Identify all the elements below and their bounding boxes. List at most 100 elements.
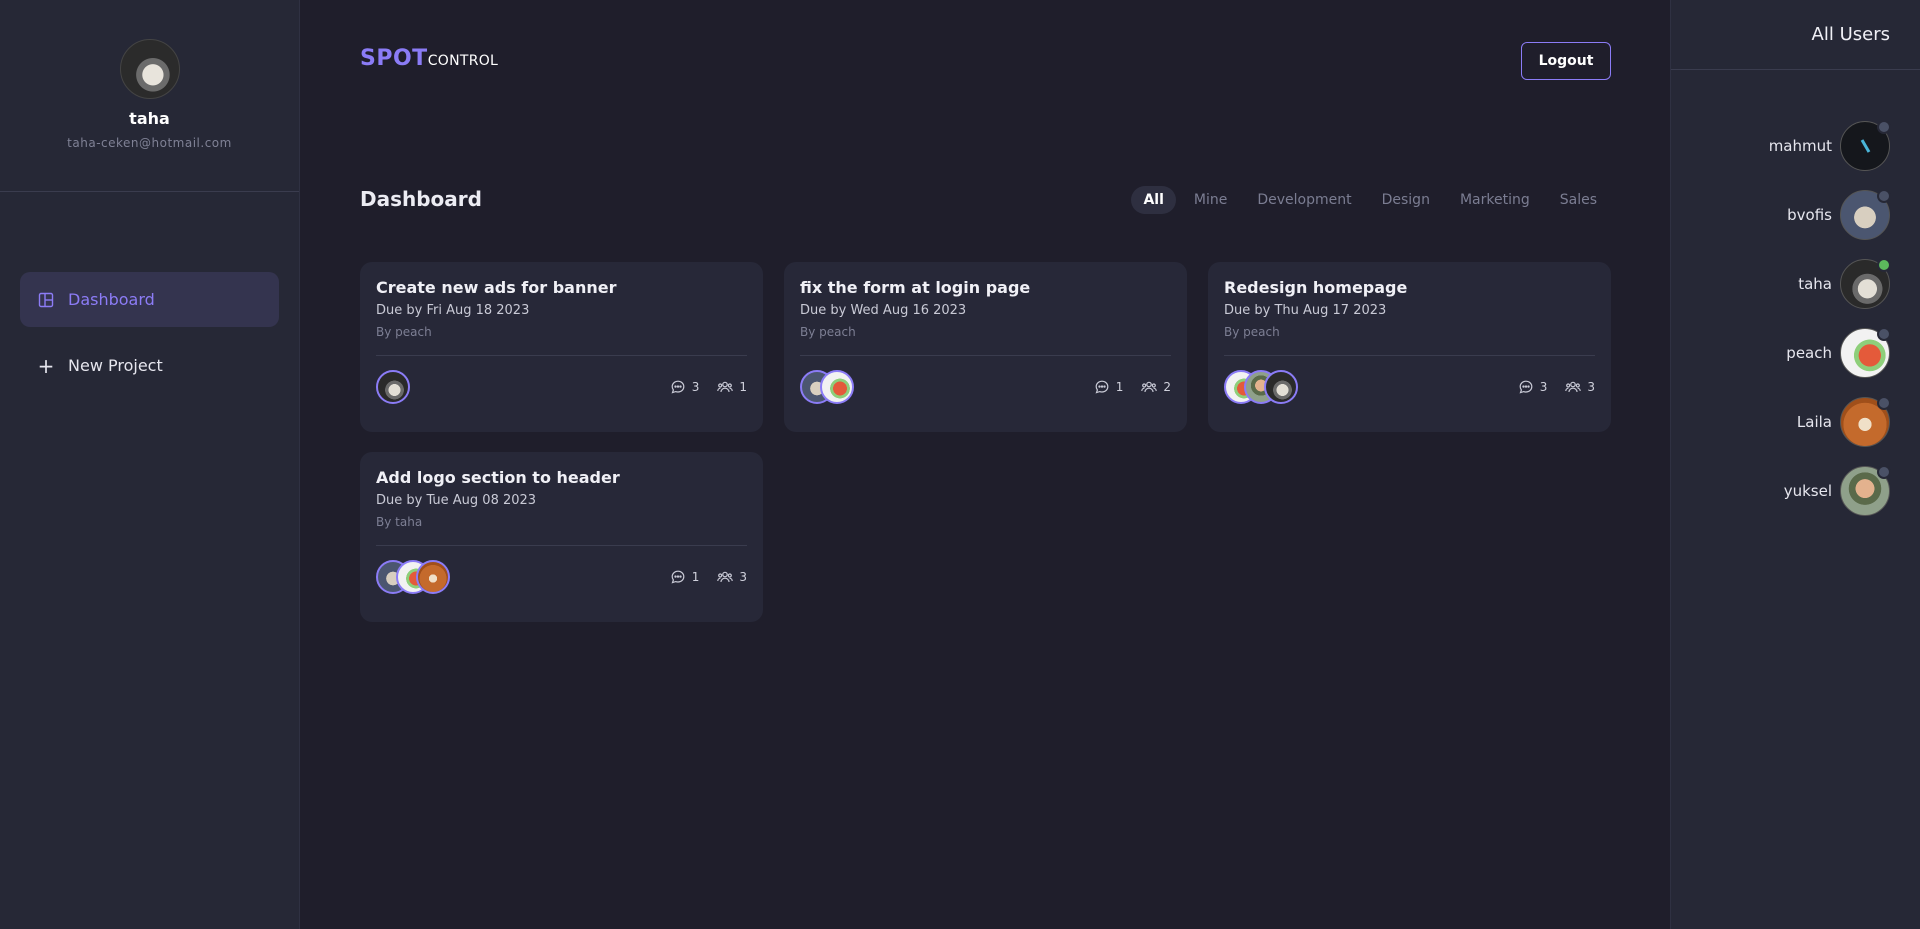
comment-icon	[1519, 380, 1533, 394]
card-footer: 3 3	[1224, 356, 1595, 418]
member-count-value: 3	[739, 570, 747, 584]
avatar	[416, 560, 450, 594]
avatar	[119, 39, 180, 99]
user-item[interactable]: bvofis	[1671, 180, 1920, 249]
project-title: Redesign homepage	[1224, 278, 1408, 297]
avatar	[1264, 370, 1298, 404]
user-name: peach	[1786, 343, 1832, 362]
page-title: Dashboard	[360, 187, 482, 211]
project-card[interactable]: Add logo section to header Due by Tue Au…	[360, 452, 763, 622]
offline-status-dot	[1877, 326, 1891, 341]
comment-count: 1	[1094, 379, 1124, 395]
card-footer: 3 1	[376, 356, 747, 418]
card-stats: 1 2	[1094, 379, 1171, 395]
card-stats: 3 3	[1518, 379, 1595, 395]
user-list: mahmut bvofis taha peach Laila yuksel	[1671, 70, 1920, 525]
project-card[interactable]: Create new ads for banner Due by Fri Aug…	[360, 262, 763, 432]
logo-secondary: CONTROL	[427, 53, 499, 69]
assigned-users	[1224, 370, 1298, 404]
user-name: bvofis	[1787, 205, 1832, 224]
member-count: 3	[1565, 379, 1595, 395]
assigned-users	[376, 560, 450, 594]
member-count-value: 2	[1163, 380, 1171, 394]
offline-status-dot	[1877, 395, 1891, 410]
app-logo: SPOTCONTROL	[360, 46, 498, 71]
project-author: By peach	[1224, 325, 1280, 339]
avatar	[376, 370, 410, 404]
user-item[interactable]: peach	[1671, 318, 1920, 387]
comment-count-value: 1	[691, 570, 700, 584]
comment-count-value: 3	[691, 380, 700, 394]
comment-count: 3	[670, 379, 700, 395]
users-icon	[717, 571, 734, 583]
sidebar-nav: Dashboard + New Project	[0, 192, 299, 393]
assigned-users	[376, 370, 410, 404]
project-title: fix the form at login page	[800, 278, 1031, 297]
member-count: 1	[717, 379, 747, 395]
users-panel-title: All Users	[1671, 0, 1920, 70]
project-card[interactable]: fix the form at login page Due by Wed Au…	[784, 262, 1187, 432]
card-stats: 1 3	[670, 569, 747, 585]
users-icon	[1565, 381, 1582, 393]
dashboard-icon	[38, 292, 54, 308]
profile-email: taha-ceken@hotmail.com	[67, 136, 232, 150]
project-card[interactable]: Redesign homepage Due by Thu Aug 17 2023…	[1208, 262, 1611, 432]
sidebar: taha taha-ceken@hotmail.com Dashboard + …	[0, 0, 300, 929]
users-panel: All Users mahmut bvofis taha peach Laila…	[1670, 0, 1920, 929]
user-item[interactable]: mahmut	[1671, 111, 1920, 180]
sidebar-item-new-project[interactable]: + New Project	[20, 338, 279, 393]
user-profile: taha taha-ceken@hotmail.com	[0, 0, 299, 192]
user-item[interactable]: taha	[1671, 249, 1920, 318]
comment-count: 3	[1518, 379, 1548, 395]
comment-count-value: 1	[1115, 380, 1124, 394]
offline-status-dot	[1877, 119, 1891, 134]
profile-name: taha	[129, 109, 170, 128]
card-footer: 1 3	[376, 546, 747, 608]
user-name: taha	[1798, 274, 1832, 293]
member-count-value: 1	[739, 380, 747, 394]
filter-marketing[interactable]: Marketing	[1448, 186, 1542, 214]
filter-all[interactable]: All	[1131, 186, 1176, 214]
offline-status-dot	[1877, 188, 1891, 203]
online-status-dot	[1877, 257, 1891, 272]
member-count-value: 3	[1587, 380, 1595, 394]
project-due-date: Due by Thu Aug 17 2023	[1224, 303, 1387, 318]
project-title: Add logo section to header	[376, 468, 620, 487]
sidebar-item-label: Dashboard	[68, 290, 155, 309]
card-stats: 3 1	[670, 379, 747, 395]
project-due-date: Due by Fri Aug 18 2023	[376, 303, 530, 318]
filter-mine[interactable]: Mine	[1182, 186, 1239, 214]
filter-design[interactable]: Design	[1370, 186, 1442, 214]
sidebar-item-dashboard[interactable]: Dashboard	[20, 272, 279, 327]
user-name: yuksel	[1783, 481, 1832, 500]
sidebar-item-label: New Project	[68, 356, 163, 375]
assigned-users	[800, 370, 854, 404]
project-due-date: Due by Tue Aug 08 2023	[376, 493, 537, 508]
user-name: mahmut	[1768, 136, 1832, 155]
comment-icon	[671, 380, 685, 394]
comment-count: 1	[670, 569, 700, 585]
project-author: By peach	[376, 325, 432, 339]
users-icon	[717, 381, 734, 393]
main-content: SPOTCONTROL Logout Dashboard All Mine De…	[300, 0, 1670, 929]
avatar	[820, 370, 854, 404]
user-name: Laila	[1796, 412, 1832, 431]
comment-count-value: 3	[1539, 380, 1548, 394]
card-footer: 1 2	[800, 356, 1171, 418]
project-due-date: Due by Wed Aug 16 2023	[800, 303, 967, 318]
logo-primary: SPOT	[360, 46, 428, 71]
filter-sales[interactable]: Sales	[1548, 186, 1609, 214]
project-filter-bar: All Mine Development Design Marketing Sa…	[1131, 186, 1609, 214]
comment-icon	[671, 570, 685, 584]
comment-icon	[1095, 380, 1109, 394]
filter-development[interactable]: Development	[1245, 186, 1363, 214]
project-title: Create new ads for banner	[376, 278, 617, 297]
offline-status-dot	[1877, 464, 1891, 479]
user-item[interactable]: yuksel	[1671, 456, 1920, 525]
project-author: By peach	[800, 325, 856, 339]
plus-icon: +	[37, 353, 55, 378]
project-author: By taha	[376, 515, 423, 529]
member-count: 2	[1141, 379, 1171, 395]
logout-button[interactable]: Logout	[1521, 42, 1611, 80]
user-item[interactable]: Laila	[1671, 387, 1920, 456]
